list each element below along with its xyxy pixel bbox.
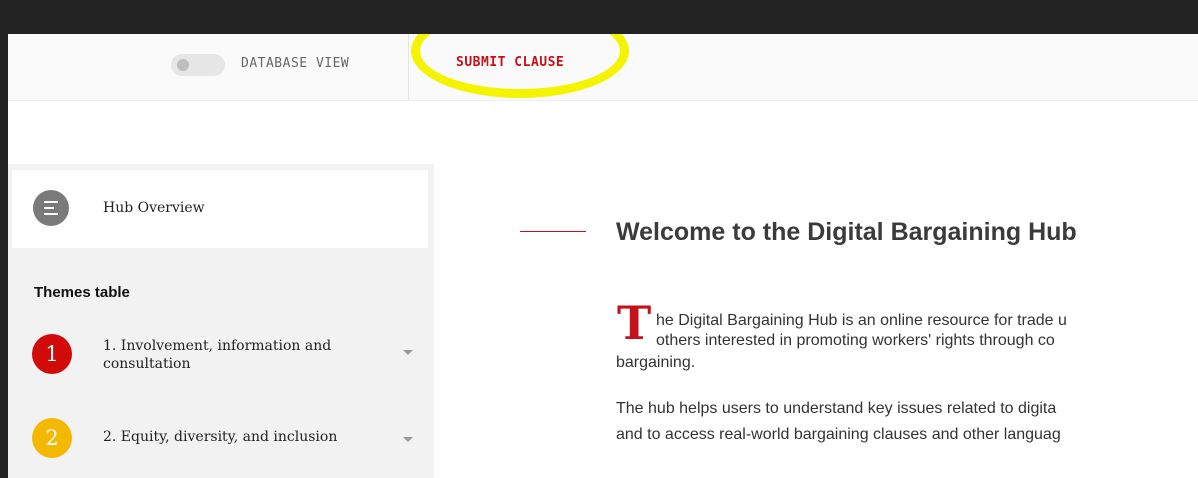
database-view-label: DATABASE VIEW [241, 56, 350, 71]
hub-overview-item[interactable]: Hub Overview [12, 170, 428, 248]
theme-number-badge: 2 [32, 418, 72, 458]
theme-number-badge: 1 [32, 334, 72, 374]
database-view-toggle[interactable] [171, 54, 225, 76]
theme-item-2[interactable]: 2 2. Equity, diversity, and inclusion [8, 416, 434, 466]
chevron-down-icon[interactable] [403, 350, 413, 355]
intro-text-line: bargaining. [616, 354, 696, 371]
hub-overview-label: Hub Overview [103, 200, 205, 216]
body-text-line: The hub helps users to understand key is… [616, 400, 1057, 417]
themes-table-heading: Themes table [34, 284, 130, 301]
sidebar: Hub Overview Themes table 1 1. Involveme… [8, 164, 434, 478]
page-title: Welcome to the Digital Bargaining Hub [616, 218, 1077, 246]
drop-cap: T [617, 296, 652, 350]
theme-label: 1. Involvement, information and consulta… [103, 338, 332, 372]
page: DATABASE VIEW SUBMIT CLAUSE Hub Overview… [8, 34, 1198, 478]
menu-lines-icon [33, 190, 69, 226]
theme-item-1[interactable]: 1 1. Involvement, information and consul… [8, 332, 434, 382]
chevron-down-icon[interactable] [403, 437, 413, 442]
body-text-line: and to access real-world bargaining clau… [616, 426, 1061, 443]
theme-label: 2. Equity, diversity, and inclusion [103, 429, 338, 445]
submit-clause-link[interactable]: SUBMIT CLAUSE [456, 55, 564, 70]
toggle-knob [177, 59, 189, 71]
title-accent-rule [520, 231, 586, 232]
intro-text-line: others interested in promoting workers' … [656, 332, 1055, 349]
nav-divider [408, 34, 409, 100]
top-navigation-bar: DATABASE VIEW SUBMIT CLAUSE [8, 34, 1198, 101]
intro-text-line: he Digital Bargaining Hub is an online r… [656, 312, 1067, 329]
